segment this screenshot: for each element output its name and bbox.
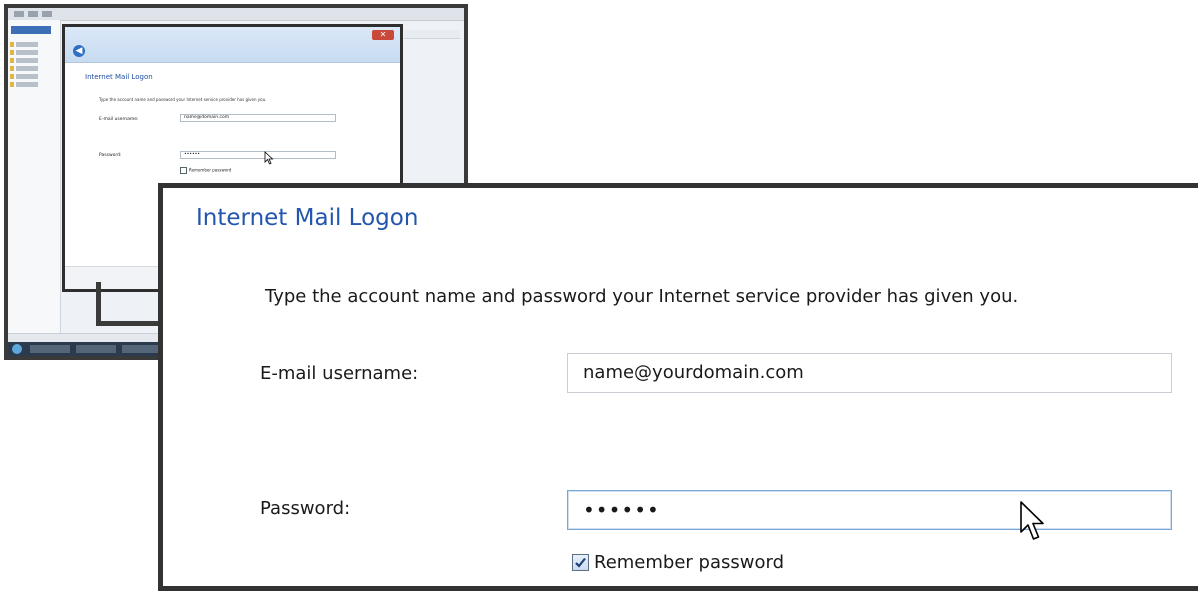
instruction-text: Type the account name and password your … <box>265 286 1019 307</box>
thumb-folder-pane <box>8 20 61 340</box>
thumb-username-field: name@domain.com <box>180 114 336 122</box>
remember-password-label: Remember password <box>594 552 784 573</box>
thumb-password-field: •••••• <box>180 151 336 159</box>
username-field[interactable]: name@yourdomain.com <box>567 353 1172 393</box>
thumb-toolbar-strip <box>404 30 460 39</box>
thumb-username-label: E-mail username: <box>99 117 139 122</box>
thumb-menu-bar <box>8 8 464 21</box>
checkbox-box[interactable] <box>572 554 589 571</box>
password-label: Password: <box>260 498 351 519</box>
zoomed-dialog: Internet Mail Logon Type the account nam… <box>158 183 1198 591</box>
thumb-dialog-titlebar: ◀ ✕ <box>65 27 400 63</box>
checkmark-icon <box>575 557 586 568</box>
thumb-remember-checkbox: Remember password <box>180 167 231 174</box>
start-orb-icon <box>12 344 22 354</box>
dialog-title: Internet Mail Logon <box>196 205 419 231</box>
back-arrow-icon: ◀ <box>73 45 85 57</box>
thumb-dialog-title: Internet Mail Logon <box>85 73 153 81</box>
thumb-cursor-icon <box>264 151 274 165</box>
remember-password-checkbox[interactable]: Remember password <box>572 552 784 573</box>
password-field[interactable]: •••••• <box>567 490 1172 530</box>
close-icon: ✕ <box>372 30 394 40</box>
mouse-cursor-icon <box>1020 501 1044 540</box>
thumb-instruction: Type the account name and password your … <box>99 97 267 102</box>
zoom-connector <box>96 282 162 326</box>
thumb-password-label: Password: <box>99 153 122 158</box>
username-label: E-mail username: <box>260 363 419 384</box>
